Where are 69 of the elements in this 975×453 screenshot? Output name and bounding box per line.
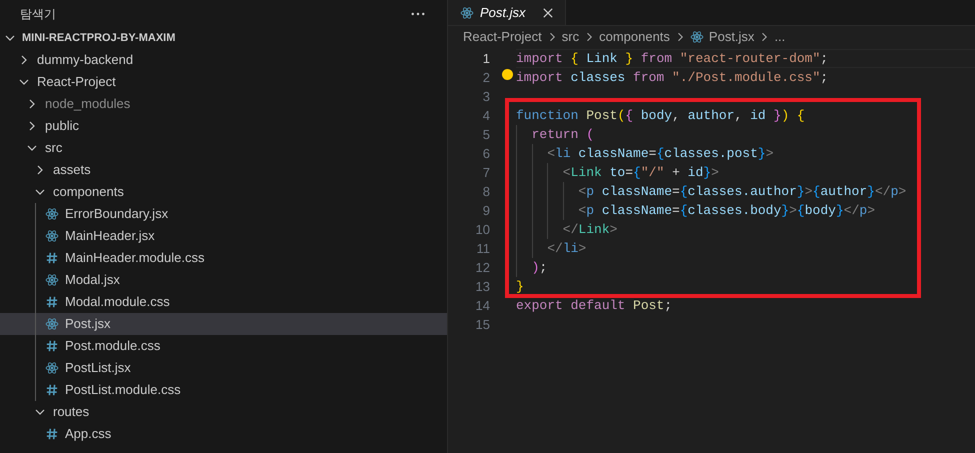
- hash-icon: [46, 384, 58, 396]
- breadcrumb-item[interactable]: src: [562, 27, 580, 47]
- hash-icon: [46, 296, 58, 308]
- tree-item[interactable]: PostList.jsx: [0, 357, 447, 379]
- hash-icon: [46, 340, 58, 352]
- code-line: <p className={classes.author}>{author}</p>: [577, 182, 906, 201]
- hash-icon: [46, 252, 58, 264]
- more-icon[interactable]: [411, 12, 425, 16]
- code-line: <li className={classes.post}>: [546, 144, 774, 163]
- code-line: <p className={classes.body}>{body}</p>: [577, 202, 875, 220]
- tree-item[interactable]: dummy-backend: [0, 49, 447, 71]
- close-icon[interactable]: [543, 8, 553, 18]
- tree-item[interactable]: App.css: [0, 423, 447, 445]
- tree-item[interactable]: public: [0, 115, 447, 137]
- line-number: 7: [482, 164, 490, 182]
- editor-tab[interactable]: Post.jsx: [448, 0, 566, 25]
- react-icon: [690, 30, 704, 44]
- tree-item[interactable]: MainHeader.module.css: [0, 247, 447, 269]
- react-icon: [45, 273, 59, 287]
- tree-item[interactable]: Post.module.css: [0, 335, 447, 357]
- react-icon: [45, 229, 59, 243]
- line-number: 6: [482, 144, 490, 163]
- code-line: <Link to={"/" + id}>: [562, 164, 719, 182]
- tree-item[interactable]: React-Project: [0, 71, 447, 93]
- breadcrumb-item[interactable]: Post.jsx: [690, 27, 754, 47]
- line-number: 12: [474, 258, 490, 277]
- line-number: 8: [482, 182, 490, 201]
- react-icon: [45, 317, 59, 331]
- code-line: export default Post;: [516, 296, 672, 315]
- code-line: );: [530, 258, 548, 277]
- line-number: 3: [482, 88, 490, 106]
- react-icon: [460, 6, 474, 20]
- tree-item[interactable]: ErrorBoundary.jsx: [0, 203, 447, 225]
- breadcrumb-item[interactable]: ...: [774, 27, 786, 47]
- tree-item[interactable]: components: [0, 181, 447, 203]
- tree-item[interactable]: Modal.jsx: [0, 269, 447, 291]
- line-number: 4: [482, 106, 490, 125]
- tree-item[interactable]: Post.jsx: [0, 313, 447, 335]
- tree-item[interactable]: MINI-REACTPROJ-BY-MAXIM: [0, 27, 447, 49]
- line-number: 10: [474, 220, 490, 239]
- tree-item[interactable]: routes: [0, 401, 447, 423]
- line-number: 1: [482, 50, 490, 68]
- react-icon: [45, 361, 59, 375]
- code-line: import classes from "./Post.module.css";: [516, 68, 828, 87]
- line-number: 9: [482, 202, 490, 220]
- code-line: import { Link } from "react-router-dom";: [516, 50, 828, 68]
- react-icon: [45, 207, 59, 221]
- code-line: </li>: [546, 240, 586, 258]
- tree-item[interactable]: node_modules: [0, 93, 447, 115]
- tree-item[interactable]: assets: [0, 159, 447, 181]
- code-line: return (: [530, 126, 594, 144]
- tree-item[interactable]: Modal.module.css: [0, 291, 447, 313]
- line-number: 5: [482, 126, 490, 144]
- line-number: 14: [474, 296, 490, 315]
- line-number: 15: [474, 316, 490, 334]
- tree-item[interactable]: MainHeader.jsx: [0, 225, 447, 247]
- code-line: </Link>: [562, 220, 618, 239]
- code-line: }: [516, 278, 524, 296]
- hash-icon: [46, 428, 58, 440]
- breadcrumb-item[interactable]: components: [599, 27, 670, 47]
- panel-title: 탐색기: [20, 6, 56, 22]
- line-number: 13: [474, 278, 490, 296]
- lightbulb-icon[interactable]: [502, 69, 513, 80]
- code-line: function Post({ body, author, id }) {: [516, 106, 805, 125]
- breadcrumb-item[interactable]: React-Project: [463, 27, 542, 47]
- tree-item[interactable]: src: [0, 137, 447, 159]
- line-number: 2: [482, 68, 490, 87]
- tree-item[interactable]: PostList.module.css: [0, 379, 447, 401]
- line-number: 11: [476, 240, 490, 258]
